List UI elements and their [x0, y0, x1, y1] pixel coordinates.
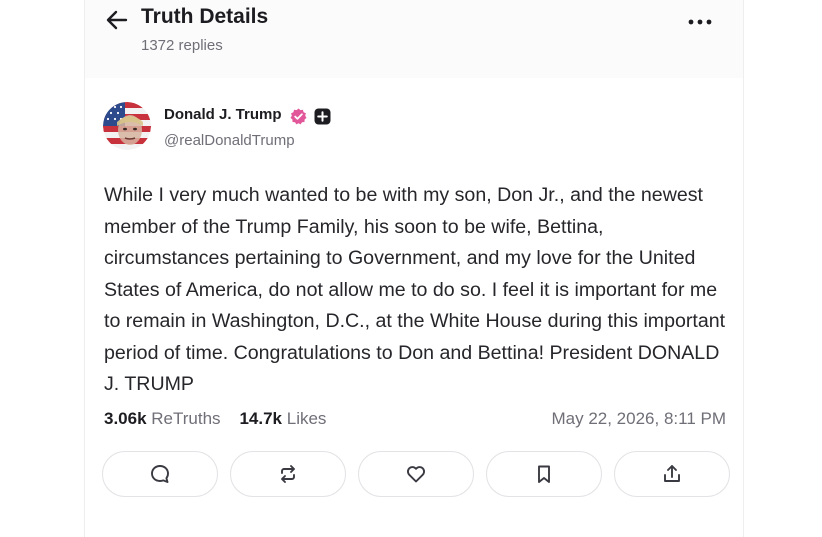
share-button[interactable]: [614, 451, 730, 497]
post-actions: [102, 451, 732, 499]
author-name[interactable]: Donald J. Trump: [164, 106, 282, 123]
truth-detail-column: Truth Details 1372 replies Donald J. Tru…: [84, 0, 744, 537]
avatar[interactable]: [103, 102, 151, 150]
likes-label: Likes: [286, 409, 327, 428]
retruths-count: 3.06k: [104, 409, 147, 428]
arrow-left-icon: [106, 10, 128, 30]
likes-count: 14.7k: [239, 409, 283, 428]
detail-header: Truth Details 1372 replies: [85, 0, 743, 78]
post-stats: 3.06k ReTruths 14.7k Likes: [104, 409, 326, 429]
page: Truth Details 1372 replies Donald J. Tru…: [0, 0, 822, 537]
comment-icon: [151, 465, 169, 483]
back-button[interactable]: [104, 8, 130, 32]
post-text: While I very much wanted to be with my s…: [104, 184, 726, 395]
avatar-image: [103, 102, 151, 150]
more-horizontal-icon: [688, 19, 712, 25]
reply-count: 1372 replies: [141, 37, 223, 54]
author-handle[interactable]: @realDonaldTrump: [164, 132, 295, 149]
verified-badge-icon: [290, 108, 307, 125]
heart-icon: [407, 466, 425, 483]
post-timestamp: May 22, 2026, 8:11 PM: [551, 409, 726, 428]
repost-icon: [281, 465, 295, 483]
plus-badge-icon: [314, 108, 331, 125]
retruths-label: ReTruths: [151, 409, 221, 428]
share-icon: [664, 465, 680, 482]
page-title: Truth Details: [141, 5, 269, 28]
more-options-button[interactable]: [685, 10, 715, 32]
bookmark-button[interactable]: [486, 451, 602, 497]
retruths-stat[interactable]: 3.06k ReTruths: [104, 409, 221, 428]
reply-button[interactable]: [102, 451, 218, 497]
likes-stat[interactable]: 14.7k Likes: [239, 409, 326, 428]
like-button[interactable]: [358, 451, 474, 497]
retruth-button[interactable]: [230, 451, 346, 497]
bookmark-icon: [538, 465, 550, 483]
